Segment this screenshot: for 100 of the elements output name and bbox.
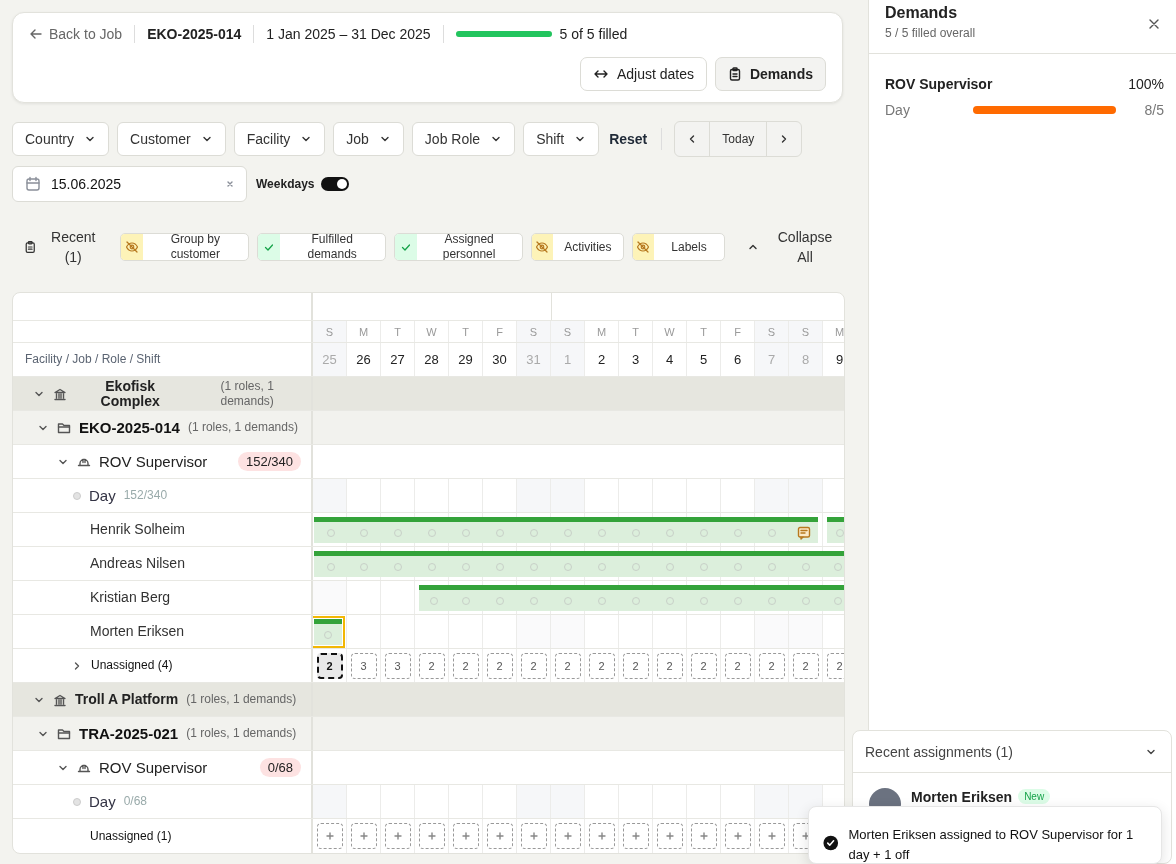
assignment-segment[interactable] xyxy=(314,551,347,577)
add-slot-button[interactable] xyxy=(690,823,717,849)
role-name: ROV Supervisor xyxy=(99,454,208,469)
add-slot-button[interactable] xyxy=(350,823,377,849)
filter-dropdown[interactable]: Job xyxy=(333,122,404,156)
count-chip[interactable]: 2 xyxy=(690,652,717,679)
filter-dropdown[interactable]: Facility xyxy=(233,122,326,156)
count-chip[interactable]: 2 xyxy=(554,652,581,679)
assignment-segment[interactable] xyxy=(823,551,844,577)
add-slot-button[interactable] xyxy=(452,823,479,849)
count-chip[interactable]: 2 xyxy=(486,652,513,679)
add-slot-button[interactable] xyxy=(486,823,513,849)
add-slot-button[interactable] xyxy=(622,823,649,849)
unassigned-label[interactable]: Unassigned (4) xyxy=(91,658,173,673)
add-slot-button[interactable] xyxy=(554,823,581,849)
day-cell[interactable] xyxy=(551,479,585,512)
group-meta: (1 roles, 1 demands) xyxy=(186,726,297,741)
demand-percent: 100% xyxy=(1128,76,1164,92)
date-label: 2 xyxy=(585,343,619,376)
count-chip[interactable]: 3 xyxy=(350,652,377,679)
filter-dropdown[interactable]: Customer xyxy=(117,122,226,156)
weekday-label: T xyxy=(619,321,653,342)
count-chip[interactable]: 2 xyxy=(316,652,343,679)
plus-icon xyxy=(800,831,811,841)
recent-button[interactable]: Recent (1) xyxy=(12,227,112,267)
toggle-label: Weekdays xyxy=(256,177,315,191)
person-name: Henrik Solheim xyxy=(90,522,185,537)
plus-icon xyxy=(630,831,641,841)
weekday-label: M xyxy=(585,321,619,342)
view-toggle[interactable]: Activities xyxy=(530,233,624,261)
add-slot-button[interactable] xyxy=(656,823,683,849)
folder-icon xyxy=(57,726,71,741)
demands-button[interactable]: Demands xyxy=(714,57,826,91)
assignment-segment[interactable] xyxy=(314,517,347,543)
filter-dropdown[interactable]: Shift xyxy=(523,122,600,156)
date-label: 8 xyxy=(789,343,823,376)
count-chip[interactable]: 3 xyxy=(384,652,411,679)
day-cell[interactable] xyxy=(789,479,823,512)
add-slot-button[interactable] xyxy=(588,823,615,849)
date-range: 1 Jan 2025 – 31 Dec 2025 xyxy=(266,26,431,42)
day-cell[interactable] xyxy=(313,479,347,512)
day-cell[interactable] xyxy=(551,785,585,818)
date-label: 28 xyxy=(415,343,449,376)
collapse-all-button[interactable]: Collapse All xyxy=(733,227,843,267)
day-cell[interactable] xyxy=(789,615,823,648)
count-chip[interactable]: 2 xyxy=(656,652,683,679)
day-cell[interactable] xyxy=(755,785,789,818)
day-cell[interactable] xyxy=(755,479,789,512)
assignment-segment[interactable] xyxy=(789,517,818,543)
back-link[interactable]: Back to Job xyxy=(29,26,123,42)
count-chip[interactable]: 2 xyxy=(520,652,547,679)
plus-icon xyxy=(596,831,607,841)
count-chip[interactable]: 2 xyxy=(418,652,445,679)
add-slot-button[interactable] xyxy=(418,823,445,849)
day-cell[interactable] xyxy=(551,615,585,648)
day-cell[interactable] xyxy=(517,785,551,818)
view-toggle[interactable]: Labels xyxy=(631,233,725,261)
weekdays-switch[interactable] xyxy=(321,177,350,191)
assignment-segment[interactable] xyxy=(419,585,449,611)
comment-icon[interactable] xyxy=(796,525,811,540)
filter-dropdown[interactable]: Job Role xyxy=(411,122,516,156)
add-slot-button[interactable] xyxy=(724,823,751,849)
adjust-dates-button[interactable]: Adjust dates xyxy=(579,57,707,91)
view-toggle[interactable]: Assigned personnel xyxy=(393,233,523,261)
folder-icon xyxy=(57,420,71,435)
demand-count: 8/5 xyxy=(1144,102,1164,118)
shift-name: Day xyxy=(89,488,116,503)
view-toggle[interactable]: Group by customer xyxy=(120,233,249,261)
close-icon[interactable] xyxy=(1148,18,1160,30)
clear-icon[interactable] xyxy=(226,180,234,188)
count-chip[interactable]: 2 xyxy=(792,652,819,679)
weekday-label: W xyxy=(653,321,687,342)
assignment-segment[interactable] xyxy=(823,585,844,611)
group-meta: (1 roles, 1 demands) xyxy=(219,378,275,409)
count-chip[interactable]: 2 xyxy=(826,652,844,679)
count-chip[interactable]: 2 xyxy=(588,652,615,679)
add-slot-button[interactable] xyxy=(520,823,547,849)
add-slot-button[interactable] xyxy=(316,823,343,849)
panel-subtitle: 5 / 5 filled overall xyxy=(885,26,976,40)
count-chip[interactable]: 2 xyxy=(452,652,479,679)
filter-dropdown[interactable]: Country xyxy=(12,122,110,156)
day-cell[interactable] xyxy=(517,615,551,648)
date-field[interactable]: 15.06.2025 xyxy=(12,166,247,202)
day-cell[interactable] xyxy=(313,581,347,614)
unassigned-label[interactable]: Unassigned (1) xyxy=(90,828,172,844)
day-cell[interactable] xyxy=(313,785,347,818)
count-chip[interactable]: 2 xyxy=(622,652,649,679)
add-slot-button[interactable] xyxy=(758,823,785,849)
reset-button[interactable]: Reset xyxy=(607,122,650,156)
plus-icon xyxy=(358,831,369,841)
day-cell[interactable] xyxy=(517,479,551,512)
day-cell[interactable] xyxy=(755,615,789,648)
date-label: 25 xyxy=(313,343,347,376)
count-chip[interactable]: 2 xyxy=(724,652,751,679)
add-slot-button[interactable] xyxy=(384,823,411,849)
view-toggle[interactable]: Fulfilled demands xyxy=(256,233,386,261)
assignment-segment[interactable] xyxy=(314,619,342,645)
count-badge: 0/68 xyxy=(259,758,301,777)
count-chip[interactable]: 2 xyxy=(758,652,785,679)
date-label: 26 xyxy=(347,343,381,376)
